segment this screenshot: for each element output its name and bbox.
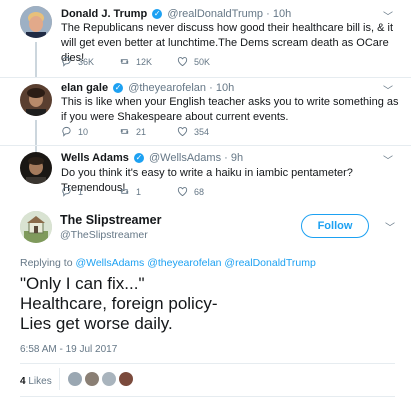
main-avatar[interactable] xyxy=(20,211,52,243)
heart-icon xyxy=(177,127,188,137)
retweet-button[interactable]: 12K xyxy=(119,56,177,67)
like-count: 68 xyxy=(194,186,205,197)
avatar[interactable] xyxy=(20,84,52,116)
avatar[interactable] xyxy=(20,152,52,184)
reply-count: 1 xyxy=(78,186,84,197)
display-name[interactable]: Donald J. Trump xyxy=(61,8,147,20)
reply-button[interactable]: 36K xyxy=(61,56,119,67)
tweet-actions: 36K 12K 50K xyxy=(61,56,235,67)
like-button[interactable]: 50K xyxy=(177,56,235,67)
avatar-photo-icon xyxy=(20,211,52,243)
tweet-time[interactable]: 10h xyxy=(273,8,291,20)
divider xyxy=(20,363,395,364)
mention-link[interactable]: @theyearofelan xyxy=(147,257,221,269)
liker-avatar[interactable] xyxy=(102,372,116,386)
reply-icon xyxy=(62,126,71,137)
mention-link[interactable]: @WellsAdams xyxy=(75,257,144,269)
display-name[interactable]: Wells Adams xyxy=(61,152,129,164)
reply-button[interactable]: 10 xyxy=(61,126,119,137)
retweet-button[interactable]: 21 xyxy=(119,126,177,137)
likes-summary[interactable]: 4 Likes xyxy=(20,376,52,387)
reply-count: 10 xyxy=(78,126,89,137)
like-count: 354 xyxy=(194,126,210,137)
retweet-count: 1 xyxy=(136,186,142,197)
replying-to: Replying to @WellsAdams @theyearofelan @… xyxy=(20,257,316,269)
thread-tweet-3[interactable]: Wells Adams ✓ @WellsAdams · 9h ﹀ Do you … xyxy=(0,146,411,202)
thread-connector xyxy=(35,42,37,78)
verified-badge-icon: ✓ xyxy=(133,153,144,164)
liker-avatar[interactable] xyxy=(68,372,82,386)
tweet-header: elan gale ✓ @theyearofelan · 10h xyxy=(61,82,234,94)
thread-tweet-2[interactable]: elan gale ✓ @theyearofelan · 10h ﹀ This … xyxy=(0,78,411,156)
main-tweet-text: "Only I can fix..." Healthcare, foreign … xyxy=(20,274,217,334)
user-handle[interactable]: @realDonaldTrump xyxy=(167,8,263,20)
retweet-count: 12K xyxy=(136,56,153,67)
separator-dot: · xyxy=(266,8,270,20)
reply-icon xyxy=(62,186,71,197)
reply-button[interactable]: 1 xyxy=(61,186,119,197)
tweet-header: Wells Adams ✓ @WellsAdams · 9h xyxy=(61,152,243,164)
replying-prefix: Replying to xyxy=(20,257,73,269)
like-count: 50K xyxy=(194,56,211,67)
tweet-text: This is like when your English teacher a… xyxy=(61,96,399,123)
reply-count: 36K xyxy=(78,56,95,67)
divider xyxy=(59,368,60,390)
chevron-down-icon[interactable]: ﹀ xyxy=(385,219,395,234)
heart-icon xyxy=(177,187,188,197)
display-name[interactable]: elan gale xyxy=(61,82,108,94)
like-button[interactable]: 68 xyxy=(177,186,235,197)
avatar[interactable] xyxy=(20,6,52,38)
avatar-photo-icon xyxy=(20,152,52,184)
tweet-line: Healthcare, foreign policy- xyxy=(20,294,218,313)
tweet-actions: 1 1 68 xyxy=(61,186,235,197)
tweet-actions: 10 21 354 xyxy=(61,126,235,137)
retweet-button[interactable]: 1 xyxy=(119,186,177,197)
separator-dot: · xyxy=(224,152,228,164)
follow-button[interactable]: Follow xyxy=(301,214,369,238)
thread-tweet-1[interactable]: Donald J. Trump ✓ @realDonaldTrump · 10h… xyxy=(0,0,411,78)
verified-badge-icon: ✓ xyxy=(152,9,163,20)
likes-count: 4 xyxy=(20,376,26,387)
tweet-time[interactable]: 10h xyxy=(216,82,234,94)
tweet-time[interactable]: 9h xyxy=(231,152,243,164)
tweet-line: "Only I can fix..." xyxy=(20,274,145,293)
retweet-icon xyxy=(120,59,129,64)
separator-dot: · xyxy=(209,82,213,94)
retweet-icon xyxy=(120,189,129,194)
chevron-down-icon[interactable]: ﹀ xyxy=(383,152,393,167)
main-user-handle[interactable]: @TheSlipstreamer xyxy=(60,229,148,241)
tweet-timestamp[interactable]: 6:58 AM - 19 Jul 2017 xyxy=(20,344,117,355)
retweet-count: 21 xyxy=(136,126,147,137)
like-button[interactable]: 354 xyxy=(177,126,235,137)
user-handle[interactable]: @WellsAdams xyxy=(149,152,221,164)
tweet-line: Lies get worse daily. xyxy=(20,314,173,333)
mention-link[interactable]: @realDonaldTrump xyxy=(224,257,315,269)
retweet-icon xyxy=(120,129,129,134)
liker-avatar[interactable] xyxy=(85,372,99,386)
avatar-photo-icon xyxy=(20,84,52,116)
divider xyxy=(20,396,395,397)
reply-icon xyxy=(62,56,71,67)
user-handle[interactable]: @theyearofelan xyxy=(128,82,206,94)
likes-label: Likes xyxy=(28,376,52,387)
tweet-header: Donald J. Trump ✓ @realDonaldTrump · 10h xyxy=(61,8,291,20)
liker-avatar[interactable] xyxy=(119,372,133,386)
heart-icon xyxy=(177,57,188,67)
avatar-photo-icon xyxy=(20,6,52,38)
verified-badge-icon: ✓ xyxy=(113,83,124,94)
main-display-name[interactable]: The Slipstreamer xyxy=(60,213,161,227)
